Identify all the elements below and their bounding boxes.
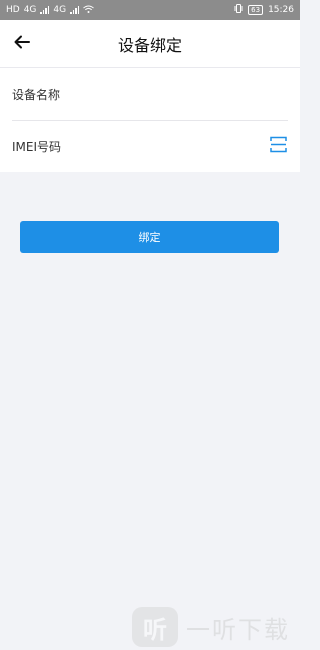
watermark: 听 一听下载 <box>132 604 300 650</box>
battery-indicator: 63 <box>248 5 264 15</box>
imei-label: IMEI号码 <box>12 139 62 154</box>
status-left: HD 4G 4G <box>6 5 94 16</box>
scan-icon <box>269 136 287 157</box>
carrier-tag: HD <box>6 5 20 15</box>
network-2-label: 4G <box>53 5 67 15</box>
scan-button[interactable] <box>268 136 288 156</box>
page-title: 设备绑定 <box>117 35 182 55</box>
device-name-input[interactable] <box>70 78 288 110</box>
app-header: 设备绑定 <box>0 20 300 68</box>
imei-row: IMEI号码 <box>0 120 300 172</box>
device-name-label: 设备名称 <box>12 87 61 102</box>
imei-input[interactable] <box>71 130 268 162</box>
wifi-icon <box>83 5 94 16</box>
status-bar: HD 4G 4G 63 15:26 <box>0 0 300 20</box>
watermark-text: 一听下载 <box>186 615 290 644</box>
bind-button[interactable]: 绑定 <box>20 221 279 253</box>
device-form: 设备名称 IMEI号码 <box>0 68 300 172</box>
signal-2-icon <box>70 6 80 14</box>
arrow-left-icon <box>13 33 31 55</box>
vibrate-icon <box>234 4 243 16</box>
back-button[interactable] <box>10 32 34 56</box>
status-right: 63 15:26 <box>234 4 294 16</box>
clock: 15:26 <box>268 5 294 15</box>
watermark-logo: 听 <box>132 607 178 647</box>
device-name-row: 设备名称 <box>0 68 300 120</box>
network-1-label: 4G <box>23 5 37 15</box>
signal-1-icon <box>40 6 50 14</box>
